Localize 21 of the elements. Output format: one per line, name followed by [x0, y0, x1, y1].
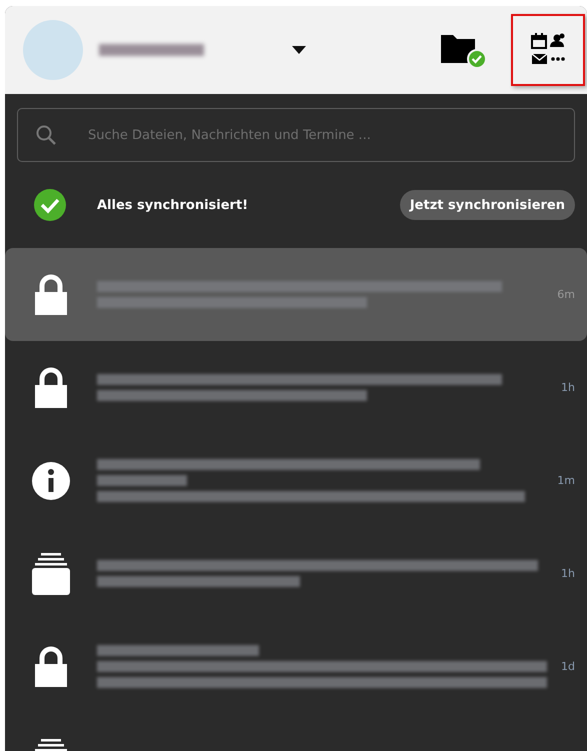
check-circle-icon [33, 188, 67, 222]
notification-item[interactable]: 1h [5, 341, 587, 434]
padlock-icon [34, 274, 68, 316]
search-icon [35, 124, 57, 146]
stacked-drawer-icon [29, 552, 73, 596]
notification-item[interactable]: 1d [5, 620, 587, 713]
time-label: 6m [557, 288, 575, 301]
time-label: 1h [561, 381, 575, 394]
sync-now-button[interactable]: Jetzt synchronisieren [400, 190, 575, 220]
time-label: 1d [561, 660, 575, 673]
search-field[interactable]: Suche Dateien, Nachrichten und Termine ... [17, 108, 575, 162]
caret-icon[interactable] [292, 46, 306, 54]
time-label: 1m [557, 474, 575, 487]
padlock-icon [34, 646, 68, 688]
info-icon [31, 460, 71, 500]
notification-item[interactable]: 1m [5, 434, 587, 527]
time-label: 1h [561, 567, 575, 580]
padlock-icon [34, 366, 68, 408]
apps-menu-button[interactable] [511, 14, 585, 86]
sync-status-text: Alles synchronisiert! [97, 198, 248, 212]
notification-item[interactable]: 1h [5, 527, 587, 620]
